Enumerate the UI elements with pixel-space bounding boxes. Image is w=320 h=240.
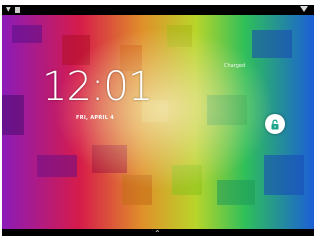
status-bar: ▼ [2,5,314,15]
lockscreen: ▼ 12:01 FRI, APRIL 4 Charged ⌃ [2,5,314,236]
wifi-icon [300,6,308,12]
lockscreen-date: FRI, APRIL 4 [76,115,115,121]
unlock-icon [271,119,279,129]
lockscreen-clock: 12:01 [42,64,153,110]
sd-card-icon [14,6,20,13]
battery-status: Charged [224,63,246,69]
chevron-up-icon[interactable]: ⌃ [154,230,161,237]
unlock-button[interactable] [265,114,285,134]
notification-icon: ▼ [6,6,11,13]
